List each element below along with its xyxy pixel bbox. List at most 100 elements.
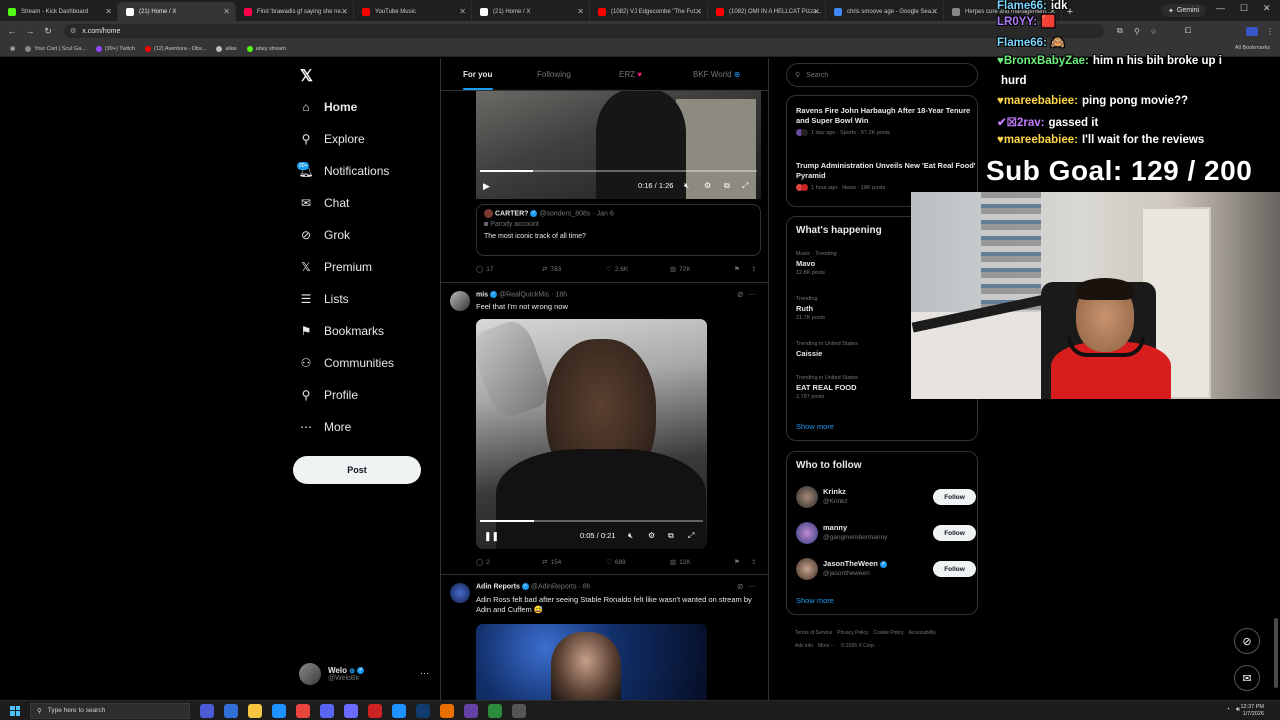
tab-following[interactable]: Following (537, 70, 571, 79)
video-player[interactable]: ▶ 0:16 / 1:26 🔇︎ ⚙ ⧉ ⤢ (476, 89, 761, 199)
nav-item-chat[interactable]: ✉ Chat (299, 196, 349, 210)
bookmark-item[interactable]: Your Cart | Scul Ga... (25, 45, 86, 52)
taskbar-search-input[interactable]: ⚲ Type here to search (30, 702, 190, 719)
more-icon[interactable]: ··· (420, 668, 429, 678)
back-icon[interactable]: ← (6, 26, 18, 36)
nav-item-profile[interactable]: ⚲ Profile (299, 388, 358, 402)
reply-button[interactable]: ◯ 17 (476, 265, 494, 274)
file-explorer-icon[interactable] (248, 703, 262, 718)
mute-icon[interactable]: 🔇︎ (684, 181, 689, 191)
news-item[interactable]: Ravens Fire John Harbaugh After 18-Year … (796, 106, 976, 136)
bookmark-item[interactable]: allas (216, 45, 237, 52)
tab-for-you[interactable]: For you (463, 70, 492, 79)
messages-fab-icon[interactable]: ✉ (1234, 665, 1260, 691)
browser-tab[interactable]: Find 'brawadis gf saying she ne... ✕ (236, 2, 354, 21)
app-icon[interactable] (224, 703, 238, 718)
show-more-link[interactable]: Show more (796, 422, 834, 431)
follow-button[interactable]: Follow (933, 561, 976, 577)
nav-item-premium[interactable]: 𝕏 Premium (299, 260, 372, 274)
avatar[interactable] (450, 583, 470, 603)
like-button[interactable]: ♡ 689 (606, 558, 626, 567)
fullscreen-icon[interactable]: ⤢ (742, 181, 748, 191)
profile-icon[interactable] (1246, 26, 1258, 36)
tab-bkf-world[interactable]: BKF World ⊕ (693, 70, 740, 79)
chrome-icon[interactable] (296, 703, 310, 718)
scrollbar-thumb[interactable] (1274, 618, 1278, 688)
zoom-icon[interactable]: ⚲ (1134, 27, 1140, 36)
settings-icon[interactable]: ⚙ (704, 181, 711, 190)
views-button[interactable]: ▥ 12K (670, 558, 691, 567)
author-name[interactable]: mis (476, 291, 488, 298)
app-icon[interactable] (392, 703, 406, 718)
follow-button[interactable]: Follow (933, 489, 976, 505)
account-switcher[interactable]: Welo ⊕ ✓ @WeloBk ··· (299, 663, 429, 685)
nav-item-more[interactable]: ⋯ More (299, 420, 351, 434)
repost-button[interactable]: ⇄ 154 (542, 558, 561, 567)
views-button[interactable]: ▥ 72K (670, 265, 691, 274)
windows-start-icon[interactable] (6, 702, 24, 720)
news-item[interactable]: Trump Administration Unveils New 'Eat Re… (796, 161, 976, 191)
close-tab-icon[interactable]: ✕ (223, 7, 230, 16)
pause-icon[interactable]: ❚❚ (484, 531, 499, 542)
grok-icon[interactable]: ⊘ ··· (737, 290, 756, 299)
quoted-tweet[interactable]: CARTER? ✓ @sonders_808s · Jan 6 ◙ Parody… (476, 204, 761, 256)
tab-erz[interactable]: ERZ ♥ (619, 70, 642, 79)
star-icon[interactable]: ☆ (1150, 27, 1157, 36)
browser-tab[interactable]: (1082) VJ Edgecombe "The Fut... ✕ (590, 2, 708, 21)
maximize-icon[interactable]: ☐ (1240, 3, 1248, 14)
pip-icon[interactable]: ⧉ (724, 181, 730, 191)
reply-button[interactable]: ◯ 2 (476, 558, 490, 567)
browser-tab[interactable]: chris smoove age - Google Sea... ✕ (826, 2, 944, 21)
extensions-icon[interactable]: ⧠ (1185, 26, 1191, 36)
avatar[interactable] (450, 291, 470, 311)
play-icon[interactable]: ▶ (483, 181, 490, 192)
forward-icon[interactable]: → (24, 26, 36, 36)
footer-link[interactable]: More ··· (818, 643, 836, 649)
app-icon[interactable] (440, 703, 454, 718)
share-icon[interactable]: ⇪ (751, 265, 756, 273)
close-tab-icon[interactable]: ✕ (577, 7, 584, 16)
browser-tab[interactable]: (1082) OMI IN A HELLCAT Pizza... ✕ (708, 2, 826, 21)
url-input[interactable]: ⚙ x.com/home (64, 24, 1104, 38)
repost-button[interactable]: ⇄ 783 (542, 265, 561, 274)
app-icon[interactable] (512, 703, 526, 718)
browser-tab[interactable]: (21) Home / X ✕ (118, 2, 236, 21)
grok-icon[interactable]: ⊘ ··· (737, 582, 756, 591)
close-tab-icon[interactable]: ✕ (341, 7, 348, 16)
footer-link[interactable]: Cookie Policy (873, 630, 903, 636)
nav-item-grok[interactable]: ⊘ Grok (299, 228, 350, 242)
search-input[interactable]: ⚲ Search (786, 63, 978, 87)
pip-icon[interactable]: ⧉ (668, 531, 674, 541)
mute-icon[interactable]: 🔇︎ (628, 531, 633, 541)
footer-link[interactable]: © 2026 X Corp. (841, 643, 876, 649)
reload-icon[interactable]: ↻ (42, 26, 54, 37)
bookmark-item[interactable]: (99+) Twitch (95, 45, 135, 52)
app-icon[interactable] (464, 703, 478, 718)
edge-icon[interactable] (272, 703, 286, 718)
author-name[interactable]: Adin Reports (476, 583, 520, 590)
author-handle[interactable]: @RealQuickMis · 18h (499, 291, 567, 298)
fullscreen-icon[interactable]: ⤢ (688, 531, 694, 541)
bookmark-icon[interactable]: ⚑ (734, 558, 740, 566)
x-logo-icon[interactable]: 𝕏 (300, 66, 313, 86)
author-handle[interactable]: @AdinReports · 8h (531, 583, 591, 590)
steam-icon[interactable] (416, 703, 430, 718)
close-tab-icon[interactable]: ✕ (931, 7, 938, 16)
footer-link[interactable]: Privacy Policy (837, 630, 868, 636)
browser-tab[interactable]: Stream - Kick Dashboard ✕ (0, 2, 118, 21)
browser-tab[interactable]: (21) Home / X ✕ (472, 2, 590, 21)
follow-button[interactable]: Follow (933, 525, 976, 541)
follow-suggestion[interactable]: Krinkz @Krinkz Follow (796, 485, 976, 509)
close-tab-icon[interactable]: ✕ (105, 7, 112, 16)
nav-item-communities[interactable]: ⚇ Communities (299, 356, 394, 370)
volume-icon[interactable]: 🔊︎ (1236, 706, 1240, 714)
nav-item-bookmarks[interactable]: ⚑ Bookmarks (299, 324, 384, 338)
footer-link[interactable]: Terms of Service (795, 630, 832, 636)
like-button[interactable]: ♡ 2.6K (606, 265, 628, 274)
apps-icon[interactable]: ▦ (10, 46, 15, 52)
settings-icon[interactable]: ⚙ (648, 531, 655, 540)
share-icon[interactable]: ⇪ (751, 558, 756, 566)
close-tab-icon[interactable]: ✕ (459, 7, 466, 16)
browser-tab[interactable]: YouTube Music ✕ (354, 2, 472, 21)
nav-item-home[interactable]: ⌂ Home (299, 100, 357, 114)
